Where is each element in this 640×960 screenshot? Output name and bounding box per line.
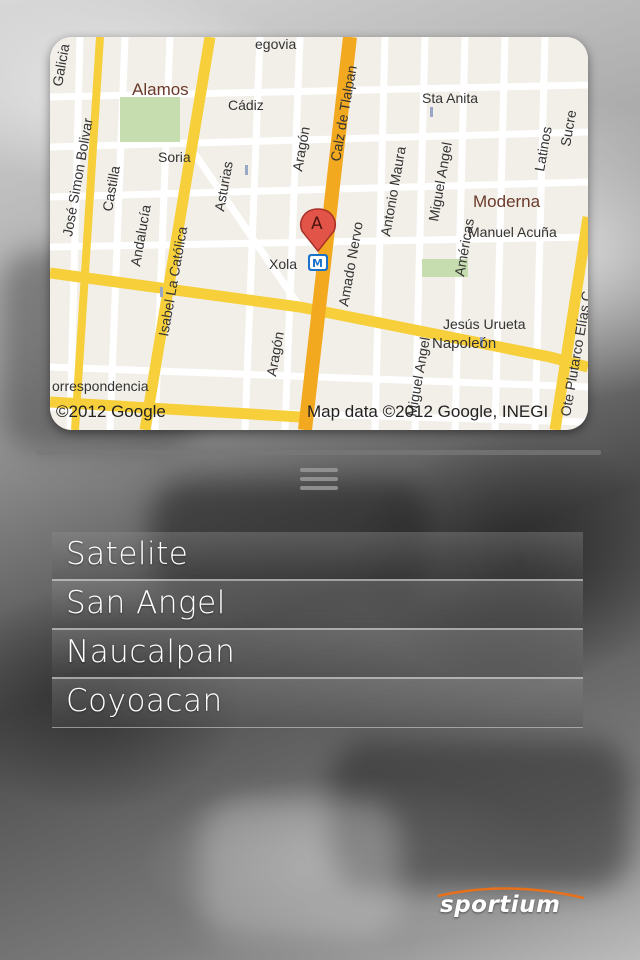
map-label: Napoleón	[432, 335, 496, 352]
map-label: orrespondencia	[52, 378, 149, 394]
map-label: Sta Anita	[422, 90, 478, 106]
hamburger-icon[interactable]	[300, 468, 338, 494]
svg-text:M: M	[312, 257, 323, 270]
brand-name: sportium	[440, 892, 561, 918]
location-map[interactable]: Alamos Cádiz Sta Anita Soria Moderna Man…	[50, 37, 588, 430]
map-label: egovia	[255, 37, 296, 52]
location-item-naucalpan[interactable]: Naucalpan	[52, 630, 583, 679]
svg-text:A: A	[311, 214, 323, 234]
map-label: Alamos	[132, 80, 189, 99]
map-label: Manuel Acuña	[468, 224, 557, 240]
location-label: Coyoacan	[66, 683, 223, 719]
metro-label: Xola	[269, 256, 297, 272]
bg-dumbbell-shape	[200, 800, 400, 940]
map-label: Moderna	[473, 192, 541, 211]
map-label: Cádiz	[228, 97, 264, 113]
location-label: Naucalpan	[66, 634, 236, 670]
location-item-san-angel[interactable]: San Angel	[52, 581, 583, 630]
location-list: Satelite San Angel Naucalpan Coyoacan	[52, 532, 583, 728]
location-item-coyoacan[interactable]: Coyoacan	[52, 679, 583, 728]
map-data-credit: Map data ©2012 Google, INEGI	[307, 402, 549, 421]
location-label: Satelite	[66, 536, 189, 572]
location-item-satelite[interactable]: Satelite	[52, 532, 583, 581]
sportium-logo: sportium	[428, 884, 590, 924]
map-copyright: ©2012 Google	[56, 402, 166, 421]
metro-icon: M	[308, 254, 328, 271]
location-label: San Angel	[66, 585, 226, 621]
map-label: Jesús Urueta	[443, 316, 526, 332]
map-canvas[interactable]: Alamos Cádiz Sta Anita Soria Moderna Man…	[50, 37, 588, 430]
map-label: Soria	[158, 149, 191, 165]
divider	[36, 450, 601, 455]
